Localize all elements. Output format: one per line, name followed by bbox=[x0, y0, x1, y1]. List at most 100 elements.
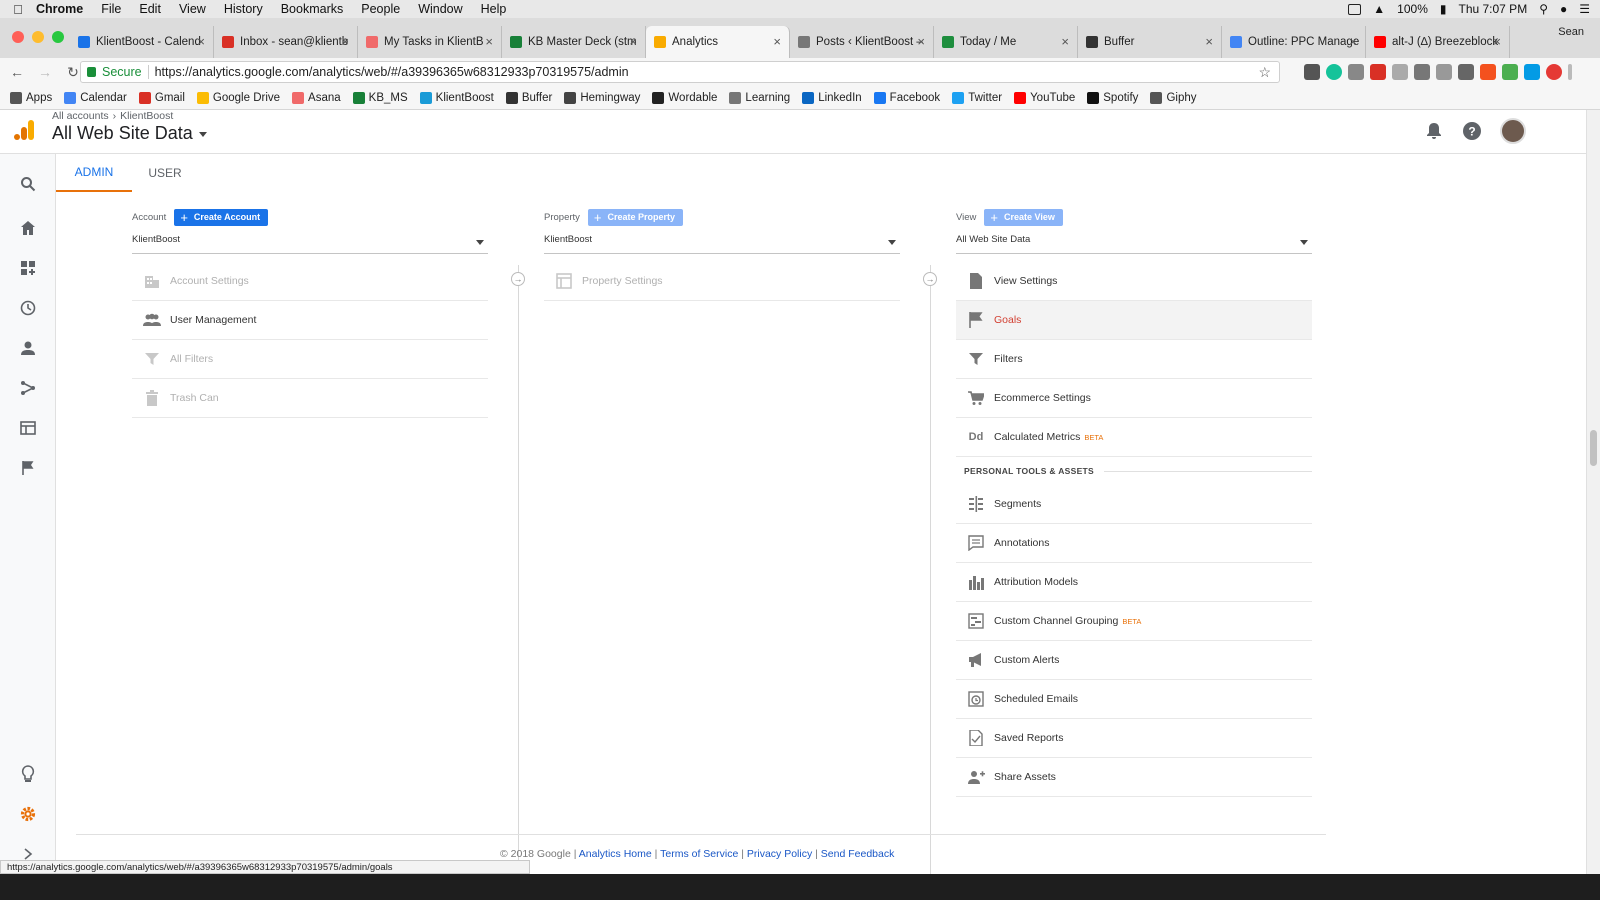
address-bar[interactable]: Secure https://analytics.google.com/anal… bbox=[80, 61, 1280, 83]
view-selector[interactable]: All Web Site Data bbox=[52, 123, 207, 144]
calculated-metrics-item[interactable]: Dd Calculated Metrics BETA bbox=[956, 418, 1312, 457]
create-view-button[interactable]: + Create View bbox=[984, 208, 1063, 226]
create-account-button[interactable]: + Create Account bbox=[174, 208, 269, 226]
display-icon[interactable] bbox=[1348, 3, 1362, 15]
extension-icon[interactable] bbox=[1348, 64, 1364, 80]
menu-file[interactable]: File bbox=[101, 2, 121, 16]
all-filters-item[interactable]: All Filters bbox=[132, 340, 488, 379]
acquisition-icon[interactable] bbox=[0, 370, 56, 406]
menu-view[interactable]: View bbox=[179, 2, 206, 16]
goals-item[interactable]: Goals bbox=[956, 301, 1312, 340]
property-settings-item[interactable]: Property Settings bbox=[544, 262, 900, 301]
browser-tab[interactable]: KB Master Deck (stm × bbox=[502, 26, 646, 58]
close-tab-icon[interactable]: × bbox=[917, 34, 925, 49]
share-assets-item[interactable]: Share Assets bbox=[956, 758, 1312, 797]
view-select[interactable]: All Web Site Data bbox=[956, 234, 1312, 254]
extension-icon[interactable] bbox=[1502, 64, 1518, 80]
breadcrumb-account[interactable]: KlientBoost bbox=[120, 110, 173, 122]
browser-tab[interactable]: Today / Me × bbox=[934, 26, 1078, 58]
tab-user[interactable]: USER bbox=[132, 154, 198, 192]
browser-tab[interactable]: Posts ‹ KlientBoost – × bbox=[790, 26, 934, 58]
terms-of-service-link[interactable]: Terms of Service bbox=[660, 848, 738, 860]
extension-icon[interactable] bbox=[1304, 64, 1320, 80]
browser-tab[interactable]: KlientBoost - Calend × bbox=[70, 26, 214, 58]
extension-icon[interactable] bbox=[1458, 64, 1474, 80]
bookmark-item[interactable]: Wordable bbox=[652, 91, 717, 104]
bookmark-item[interactable]: KlientBoost bbox=[419, 91, 494, 104]
analytics-home-link[interactable]: Analytics Home bbox=[579, 848, 652, 860]
discover-lightbulb-icon[interactable] bbox=[0, 756, 56, 792]
scrollbar-thumb[interactable] bbox=[1590, 430, 1597, 466]
trash-can-item[interactable]: Trash Can bbox=[132, 379, 488, 418]
browser-tab[interactable]: My Tasks in KlientB × bbox=[358, 26, 502, 58]
attribution-models-item[interactable]: Attribution Models bbox=[956, 563, 1312, 602]
close-tab-icon[interactable]: × bbox=[629, 34, 637, 49]
menu-bookmarks[interactable]: Bookmarks bbox=[281, 2, 344, 16]
close-tab-icon[interactable]: × bbox=[1061, 34, 1069, 49]
conversions-flag-icon[interactable] bbox=[0, 450, 56, 486]
close-tab-icon[interactable]: × bbox=[341, 34, 349, 49]
saved-reports-item[interactable]: Saved Reports bbox=[956, 719, 1312, 758]
zoom-window-button[interactable] bbox=[52, 31, 64, 43]
bookmark-item[interactable]: Gmail bbox=[138, 91, 185, 104]
bookmark-item[interactable]: Apps bbox=[10, 91, 52, 104]
account-settings-item[interactable]: Account Settings bbox=[132, 262, 488, 301]
extension-icon[interactable] bbox=[1524, 64, 1540, 80]
close-tab-icon[interactable]: × bbox=[773, 34, 781, 49]
bell-icon[interactable] bbox=[1424, 121, 1444, 141]
minimize-window-button[interactable] bbox=[32, 31, 44, 43]
close-tab-icon[interactable]: × bbox=[485, 34, 493, 49]
bookmark-item[interactable]: Giphy bbox=[1150, 91, 1196, 104]
user-management-item[interactable]: User Management bbox=[132, 301, 488, 340]
browser-tab[interactable]: alt-J (∆) Breezeblock × bbox=[1366, 26, 1510, 58]
wifi-icon[interactable]: ▲ bbox=[1373, 2, 1385, 16]
search-icon[interactable] bbox=[0, 166, 56, 202]
extension-icon[interactable] bbox=[1546, 64, 1562, 80]
close-tab-icon[interactable]: × bbox=[1205, 34, 1213, 49]
analytics-logo-icon[interactable] bbox=[12, 118, 36, 142]
bookmark-item[interactable]: KB_MS bbox=[352, 91, 408, 104]
custom-alerts-item[interactable]: Custom Alerts bbox=[956, 641, 1312, 680]
property-select[interactable]: KlientBoost bbox=[544, 234, 900, 254]
ecommerce-settings-item[interactable]: Ecommerce Settings bbox=[956, 379, 1312, 418]
apple-icon[interactable]:  bbox=[0, 2, 36, 17]
audience-person-icon[interactable] bbox=[0, 330, 56, 366]
realtime-clock-icon[interactable] bbox=[0, 290, 56, 326]
browser-tab[interactable]: Buffer × bbox=[1078, 26, 1222, 58]
custom-channel-grouping-item[interactable]: Custom Channel Grouping BETA bbox=[956, 602, 1312, 641]
menu-people[interactable]: People bbox=[361, 2, 400, 16]
bookmark-item[interactable]: Learning bbox=[729, 91, 790, 104]
bookmark-item[interactable]: Buffer bbox=[505, 91, 552, 104]
home-icon[interactable] bbox=[0, 210, 56, 246]
browser-tab[interactable]: Outline: PPC Manage × bbox=[1222, 26, 1366, 58]
siri-icon[interactable]: ● bbox=[1560, 2, 1567, 16]
close-window-button[interactable] bbox=[12, 31, 24, 43]
browser-tab[interactable]: Inbox - sean@klientb × bbox=[214, 26, 358, 58]
customization-icon[interactable] bbox=[0, 250, 56, 286]
avatar[interactable] bbox=[1500, 118, 1526, 144]
extension-icon[interactable] bbox=[1326, 64, 1342, 80]
profile-name[interactable]: Sean bbox=[1558, 26, 1584, 38]
menu-edit[interactable]: Edit bbox=[139, 2, 161, 16]
extension-icon[interactable] bbox=[1392, 64, 1408, 80]
extension-icon[interactable] bbox=[1370, 64, 1386, 80]
create-property-button[interactable]: + Create Property bbox=[587, 208, 684, 226]
close-tab-icon[interactable]: × bbox=[197, 34, 205, 49]
clock[interactable]: Thu 7:07 PM bbox=[1458, 2, 1527, 16]
spotlight-icon[interactable]: ⚲ bbox=[1539, 2, 1548, 16]
bookmark-item[interactable]: Hemingway bbox=[564, 91, 640, 104]
notification-center-icon[interactable]: ☰ bbox=[1579, 2, 1590, 16]
menu-history[interactable]: History bbox=[224, 2, 263, 16]
privacy-policy-link[interactable]: Privacy Policy bbox=[747, 848, 812, 860]
back-icon[interactable]: ← bbox=[6, 64, 28, 80]
filters-item[interactable]: Filters bbox=[956, 340, 1312, 379]
behavior-icon[interactable] bbox=[0, 410, 56, 446]
close-tab-icon[interactable]: × bbox=[1349, 34, 1357, 49]
help-icon[interactable]: ? bbox=[1462, 121, 1482, 141]
segments-item[interactable]: Segments bbox=[956, 485, 1312, 524]
chrome-menu-icon[interactable] bbox=[1568, 64, 1572, 80]
bookmark-item[interactable]: YouTube bbox=[1014, 91, 1075, 104]
bookmark-item[interactable]: LinkedIn bbox=[802, 91, 862, 104]
bookmark-item[interactable]: Asana bbox=[292, 91, 341, 104]
battery-level[interactable]: 100% bbox=[1397, 2, 1428, 16]
